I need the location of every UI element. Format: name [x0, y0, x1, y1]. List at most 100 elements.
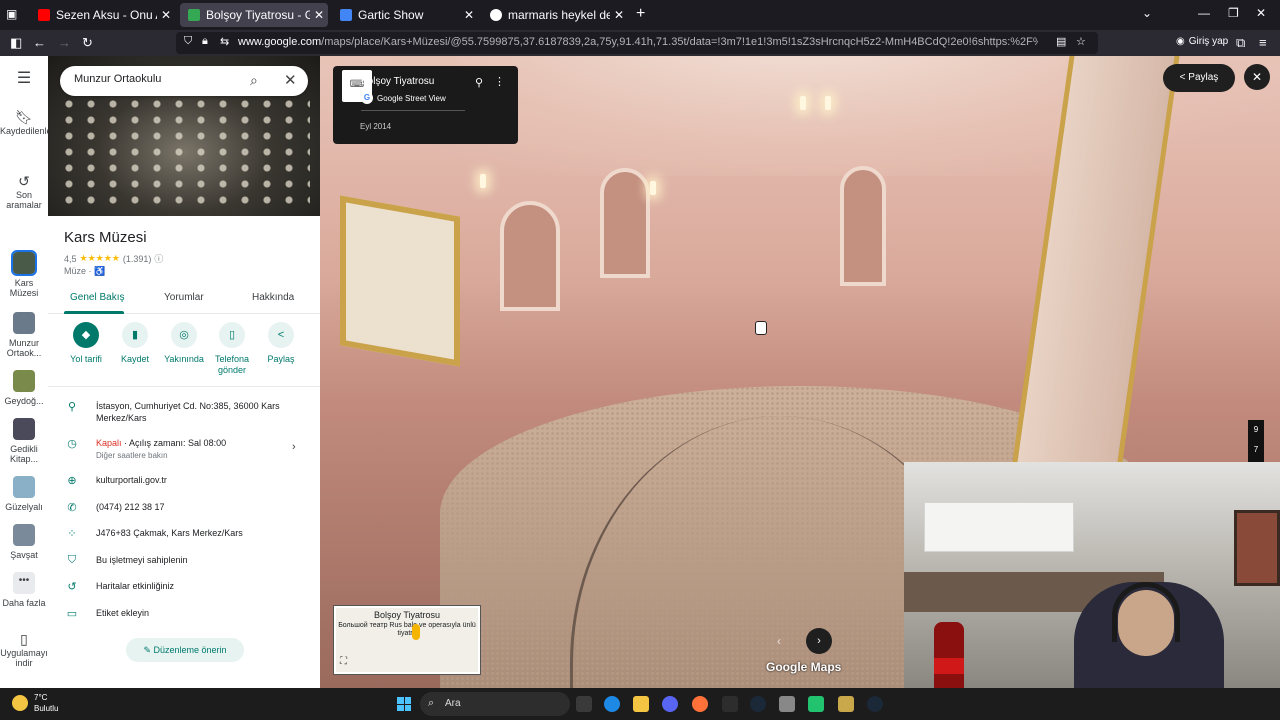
bookmark-star-icon[interactable]: ☆ [1076, 35, 1086, 48]
hours-row[interactable]: ◷ Kapalı · Açılış zamanı: Sal 08:00 Diğer… [48, 437, 320, 463]
zoom-indicator-bottom: 7 [1253, 445, 1259, 454]
app-icon[interactable] [838, 696, 854, 712]
sv-place-title[interactable]: Bolşoy Tiyatrosu [361, 76, 434, 87]
app-icon[interactable] [779, 696, 795, 712]
shield-icon[interactable]: ⛉ [184, 35, 192, 48]
tab-reviews[interactable]: Yorumlar [164, 292, 204, 303]
share-button[interactable]: < Paylaş [253, 322, 309, 365]
browser-tab-maps[interactable]: Bolşoy Tiyatrosu - Google Harit ✕ [180, 3, 328, 27]
menu-button[interactable]: ☰ [0, 71, 48, 88]
reload-icon[interactable]: ↻ [82, 35, 93, 51]
window-close-icon[interactable]: ✕ [1256, 6, 1266, 20]
weather-widget[interactable]: 7°C Bulutlu [12, 692, 58, 714]
activity-icon: ↺ [67, 581, 77, 593]
app-icon[interactable] [808, 696, 824, 712]
location-pin-icon[interactable]: ⚲ [475, 76, 483, 89]
rail-item-gedikli[interactable]: Gedikli Kitap... [0, 418, 48, 464]
hours-text: Kapalı · Açılış zamanı: Sal 08:00 Diğer s… [96, 437, 306, 462]
suggest-edit-button[interactable]: ✎ Düzenleme önerin [126, 638, 244, 662]
browser-tab-google-search[interactable]: marmaris heykel deniz içinde - G ✕ [482, 3, 628, 27]
rail-item-recent[interactable]: ↺ Son aramalar [0, 174, 48, 210]
plus-code-row[interactable]: ⁘ J476+83 Çakmak, Kars Merkez/Kars [48, 527, 320, 541]
add-label-row[interactable]: ▭ Etiket ekleyin [48, 607, 320, 621]
rail-item-guzelyali[interactable]: Güzelyalı [0, 476, 48, 512]
app-icon[interactable] [722, 696, 738, 712]
permissions-icon[interactable]: ⇆ [220, 35, 229, 48]
steam-icon[interactable] [867, 696, 883, 712]
tab-close-icon[interactable]: ✕ [310, 8, 328, 22]
tab-about[interactable]: Hakkında [252, 292, 294, 303]
tab-overview-icon[interactable]: ▣ [6, 7, 22, 23]
sv-share-button[interactable]: < Paylaş [1163, 64, 1235, 92]
steam-icon[interactable] [750, 696, 766, 712]
firefox-icon[interactable] [692, 696, 708, 712]
task-view-icon[interactable] [576, 696, 592, 712]
place-category[interactable]: Müze · ♿ [64, 266, 105, 277]
chevron-right-icon[interactable]: › [292, 441, 296, 453]
restore-icon[interactable]: ❐ [1228, 6, 1239, 20]
pegman-icon[interactable] [412, 624, 420, 640]
previous-arrow-icon[interactable]: ‹ [766, 628, 792, 654]
sv-lamp [800, 96, 806, 110]
sv-lamp [480, 174, 486, 188]
rail-item-munzur[interactable]: Munzur Ortaok... [0, 312, 48, 358]
rail-item-savsat[interactable]: Şavşat [0, 524, 48, 560]
place-thumbnail [13, 312, 35, 334]
browser-tab-youtube[interactable]: Sezen Aksu - Onu Alma Beni Al ✕ [30, 3, 175, 27]
address-row[interactable]: ⚲ İstasyon, Cumhuriyet Cd. No:385, 36000… [48, 400, 320, 428]
signin-label: Giriş yap [1188, 36, 1229, 47]
rail-item-saved[interactable]: 🔖︎ Kaydedilenler [0, 110, 55, 136]
new-tab-icon[interactable]: + [636, 5, 645, 23]
info-icon[interactable]: ⓘ [154, 252, 163, 265]
edge-icon[interactable] [604, 696, 620, 712]
file-explorer-icon[interactable] [633, 696, 649, 712]
rail-item-more[interactable]: ••• Daha fazla [0, 572, 48, 608]
reader-view-icon[interactable]: ▤ [1056, 35, 1066, 48]
action-buttons: ◆ Yol tarifi ▮ Kaydet ◎ Yakınında ▯ Tele… [48, 322, 320, 380]
phone-icon: ✆ [67, 502, 77, 514]
maps-activity-row[interactable]: ↺ Haritalar etkinliğiniz [48, 580, 320, 594]
discord-icon[interactable] [662, 696, 678, 712]
tab-close-icon[interactable]: ✕ [610, 8, 628, 22]
tab-title: Gartic Show [358, 8, 424, 22]
review-count[interactable]: (1.391) [123, 254, 152, 264]
tab-close-icon[interactable]: ✕ [460, 8, 478, 22]
claim-row[interactable]: ⛉ Bu işletmeyi sahiplenin [48, 554, 320, 568]
taskbar-search[interactable]: ⌕ Ara [420, 692, 570, 716]
sv-close-button[interactable]: ✕ [1244, 64, 1270, 90]
maps-left-rail: ☰ 🔖︎ Kaydedilenler ↺ Son aramalar Kars M… [0, 56, 55, 688]
expand-icon[interactable]: ⛶ [340, 656, 347, 667]
close-icon[interactable]: ✕ [284, 71, 297, 89]
minimize-icon[interactable]: — [1198, 6, 1210, 20]
lock-icon[interactable]: 🔒︎ [202, 35, 208, 48]
tab-overview[interactable]: Genel Bakış [70, 292, 124, 303]
tab-title: Bolşoy Tiyatrosu - Google Harit [206, 8, 310, 22]
rail-label: Kars Müzesi [9, 278, 39, 298]
directions-button[interactable]: ◆ Yol tarifi [58, 322, 114, 365]
rail-item-download-app[interactable]: ▯ Uygulamayı indir [0, 632, 48, 668]
start-menu-icon[interactable] [397, 697, 411, 711]
sidebar-toggle-icon[interactable]: ◧ [10, 35, 22, 51]
minimap[interactable]: Bolşoy Tiyatrosu Большой театр Rus bale … [334, 606, 480, 674]
app-menu-icon[interactable]: ≡ [1259, 35, 1267, 50]
account-icon: ◉ [1176, 36, 1185, 47]
back-icon[interactable]: ← [33, 35, 46, 50]
address-bar[interactable]: ⛉ 🔒︎ ⇆ www.google.com/maps/place/Kars+Mü… [176, 32, 1098, 54]
search-input[interactable] [74, 73, 234, 85]
next-arrow-icon[interactable]: › [806, 628, 832, 654]
forward-icon[interactable]: → [58, 35, 71, 50]
send-to-phone-button[interactable]: ▯ Telefona gönder [204, 322, 260, 376]
website-row[interactable]: ⊕ kulturportali.gov.tr [48, 474, 320, 488]
sv-capture-date[interactable]: Eyl 2014 [360, 122, 391, 131]
tab-list-chevron-icon[interactable]: ⌄ [1142, 6, 1152, 20]
more-vert-icon[interactable]: ⋮ [494, 75, 505, 88]
save-button[interactable]: ▮ Kaydet [107, 322, 163, 365]
tab-close-icon[interactable]: ✕ [157, 8, 175, 22]
extensions-icon[interactable]: ⧉ [1236, 35, 1245, 51]
rail-item-kars-muzesi[interactable]: Kars Müzesi [0, 250, 48, 298]
browser-tab-gartic[interactable]: Gartic Show ✕ [332, 3, 478, 27]
phone-row[interactable]: ✆ (0474) 212 38 17 [48, 501, 320, 515]
rail-item-geydog[interactable]: Geydoğ... [0, 370, 48, 406]
signin-button[interactable]: ◉ Giriş yap [1176, 36, 1228, 47]
search-icon[interactable]: ⌕ [250, 72, 258, 89]
